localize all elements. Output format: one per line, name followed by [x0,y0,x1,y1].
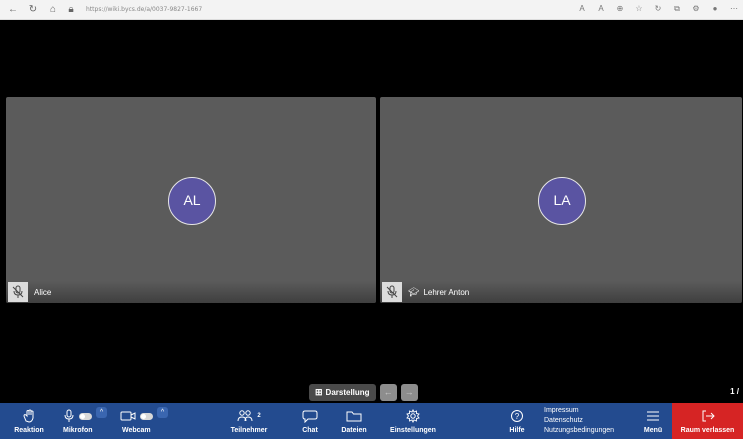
participant-name: Alice [34,287,52,297]
refresh-icon[interactable]: ↻ [26,3,40,17]
terms-link[interactable]: Nutzungsbedingungen [544,426,614,436]
home-icon[interactable]: ⌂ [46,3,60,17]
leave-label: Raum verlassen [680,427,735,434]
microphone-icon [64,409,74,422]
grid-icon: ⊞ [315,387,323,397]
mic-row: ^ [63,406,107,426]
webcam-label: Webcam [122,427,151,434]
read-aloud-icon[interactable]: A [577,3,587,15]
exit-icon [701,406,715,426]
reaction-button[interactable]: Reaktion [12,403,46,439]
chat-button[interactable]: Chat [295,403,325,439]
leave-room-button[interactable]: Raum verlassen [672,403,743,439]
address-bar[interactable]: https://wiki.bycs.de/a/0037-9827-1667 [86,6,202,13]
previous-page-button[interactable]: ← [379,384,397,401]
help-icon: ? [510,406,524,426]
gear-icon [406,406,420,426]
zoom-icon[interactable]: ⊕ [615,3,625,15]
chevron-up-icon[interactable]: ^ [157,406,168,418]
settings-label: Einstellungen [390,427,436,434]
settings-button[interactable]: Einstellungen [386,403,440,439]
chevron-up-icon[interactable]: ^ [96,406,107,418]
participant-count: 2 [257,413,261,419]
browser-extensions: A A ⊕ ☆ ↻ ⧉ ⚙ ● ⋯ [577,3,739,15]
files-label: Dateien [341,427,367,434]
layout-controls: ⊞ Darstellung ← → [309,384,418,401]
reaction-label: Reaktion [14,427,44,434]
profile-icon[interactable]: ● [710,3,720,15]
name-bar: 🎓︎ Lehrer Anton [380,281,742,303]
participants-button[interactable]: 2 Teilnehmer [229,403,269,439]
webcam-control[interactable]: ^ Webcam [120,403,170,439]
participant-name: Lehrer Anton [423,287,470,297]
moderator-icon: 🎓︎ [408,286,420,297]
participants-row: 2 [237,406,261,426]
camera-icon [120,411,136,421]
collections-icon[interactable]: ⧉ [672,3,682,15]
webcam-row: ^ [120,406,168,426]
participants-label: Teilnehmer [230,427,268,434]
help-label: Hilfe [509,427,525,434]
hamburger-icon [646,406,660,426]
hand-icon [22,406,36,426]
next-page-button[interactable]: → [400,384,418,401]
lock-icon: 🔒︎ [68,3,74,15]
folder-icon [346,406,362,426]
bottom-toolbar: Reaktion ^ Mikrofon ^ Webcam 2 Teilnehme… [0,403,743,439]
muted-mic-icon [8,282,28,302]
avatar: AL [168,177,216,225]
legal-links: Impressum Datenschutz Nutzungsbedingunge… [544,406,614,436]
privacy-link[interactable]: Datenschutz [544,416,614,426]
extensions-icon[interactable]: ⚙ [691,3,701,15]
help-button[interactable]: ? Hilfe [504,403,530,439]
browser-toolbar: ← ↻ ⌂ 🔒︎ https://wiki.bycs.de/a/0037-982… [0,0,743,20]
chat-label: Chat [302,427,318,434]
files-button[interactable]: Dateien [338,403,370,439]
video-stage: AL Alice LA 🎓︎ Lehrer Anton ⊞ Darstellun… [0,20,743,403]
menu-button[interactable]: Menü [640,403,666,439]
participant-tile[interactable]: LA 🎓︎ Lehrer Anton [380,97,742,303]
microphone-label: Mikrofon [63,427,93,434]
microphone-control[interactable]: ^ Mikrofon [63,403,107,439]
back-icon[interactable]: ← [6,3,20,17]
chat-icon [302,406,318,426]
muted-mic-icon [382,282,402,302]
menu-label: Menü [643,427,663,434]
layout-button[interactable]: ⊞ Darstellung [309,384,376,401]
avatar: LA [538,177,586,225]
name-bar: Alice [6,281,376,303]
more-icon[interactable]: ⋯ [729,3,739,15]
mic-toggle[interactable] [79,412,92,420]
layout-label: Darstellung [325,388,370,397]
participant-tile[interactable]: AL Alice [6,97,376,303]
refresh-extension-icon[interactable]: ↻ [653,3,663,15]
imprint-link[interactable]: Impressum [544,406,614,416]
people-icon [237,410,253,422]
page-indicator: 1 / [730,387,739,396]
text-size-icon[interactable]: A [596,3,606,15]
favorite-icon[interactable]: ☆ [634,3,644,15]
webcam-toggle[interactable] [140,412,153,420]
svg-text:?: ? [515,412,520,421]
